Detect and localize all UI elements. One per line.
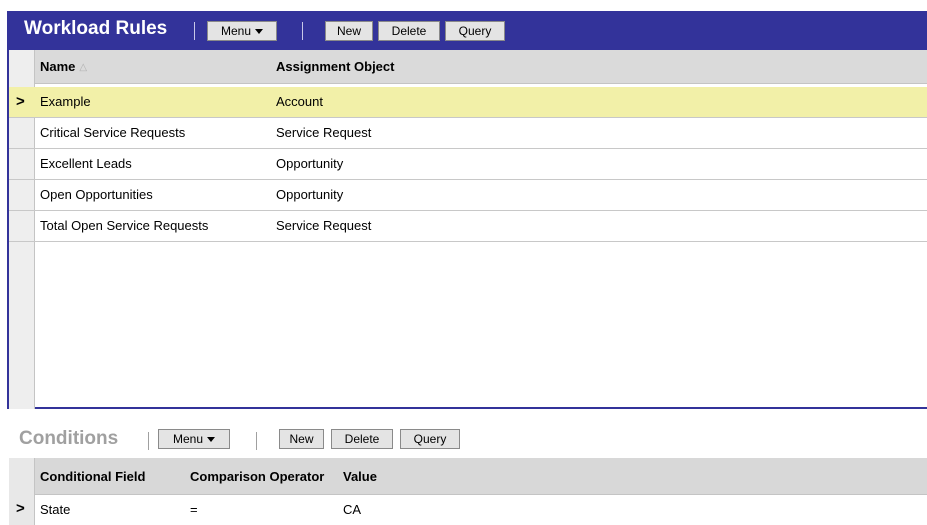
workload-query-button[interactable]: Query [445, 21, 505, 41]
workload-rules-header: Workload Rules Menu New Delete Query [9, 13, 927, 50]
condition-operator: = [190, 502, 198, 517]
rule-assignment-object: Opportunity [276, 187, 344, 202]
rule-assignment-object: Service Request [276, 218, 372, 233]
title-separator [194, 22, 195, 40]
rule-name: Critical Service Requests [40, 125, 186, 140]
selector-column-header [9, 458, 35, 495]
table-row[interactable]: Total Open Service Requests Service Requ… [9, 211, 927, 242]
rule-name: Example [40, 94, 91, 109]
rule-assignment-object: Service Request [276, 125, 372, 140]
selector-column-header [9, 50, 35, 84]
chevron-down-icon [255, 29, 264, 34]
conditions-applet: Conditions Menu New Delete Query Conditi… [0, 420, 927, 525]
rule-name: Open Opportunities [40, 187, 153, 202]
column-header-value[interactable]: Value [343, 458, 377, 495]
current-row-pointer-icon: > [16, 93, 25, 110]
workload-menu-button[interactable]: Menu [207, 21, 277, 41]
rule-name: Excellent Leads [40, 156, 132, 171]
conditions-grid-header: Conditional Field Comparison Operator Va… [9, 458, 927, 495]
conditions-new-button[interactable]: New [279, 429, 324, 449]
conditions-menu-button[interactable]: Menu [158, 429, 230, 449]
rule-name: Total Open Service Requests [40, 218, 209, 233]
menu-separator [256, 432, 257, 450]
table-row[interactable]: Excellent Leads Opportunity [9, 149, 927, 180]
title-separator [148, 432, 149, 450]
menu-separator [302, 22, 303, 40]
table-row[interactable]: > State = CA [9, 495, 927, 525]
current-row-pointer-icon: > [16, 500, 25, 517]
workload-grid-header: Name △ Assignment Object [9, 50, 927, 84]
workload-rules-title: Workload Rules [24, 18, 168, 39]
conditions-query-button[interactable]: Query [400, 429, 460, 449]
column-header-conditional-field[interactable]: Conditional Field [40, 458, 145, 495]
rule-assignment-object: Account [276, 94, 323, 109]
table-row[interactable]: > Example Account [9, 87, 927, 118]
workload-rules-applet: Workload Rules Menu New Delete Query Nam… [7, 11, 927, 409]
column-header-assignment-object[interactable]: Assignment Object [276, 50, 394, 84]
condition-field: State [40, 502, 71, 517]
table-row[interactable]: Critical Service Requests Service Reques… [9, 118, 927, 149]
column-header-comparison-operator[interactable]: Comparison Operator [190, 458, 340, 495]
chevron-down-icon [207, 437, 216, 442]
condition-value: CA [343, 502, 362, 517]
column-header-name[interactable]: Name △ [40, 50, 87, 85]
rule-assignment-object: Opportunity [276, 156, 344, 171]
conditions-title: Conditions [19, 428, 119, 449]
table-row[interactable]: Open Opportunities Opportunity [9, 180, 927, 211]
workload-new-button[interactable]: New [325, 21, 373, 41]
conditions-delete-button[interactable]: Delete [331, 429, 393, 449]
sort-ascending-icon: △ [79, 62, 88, 73]
workload-delete-button[interactable]: Delete [378, 21, 440, 41]
